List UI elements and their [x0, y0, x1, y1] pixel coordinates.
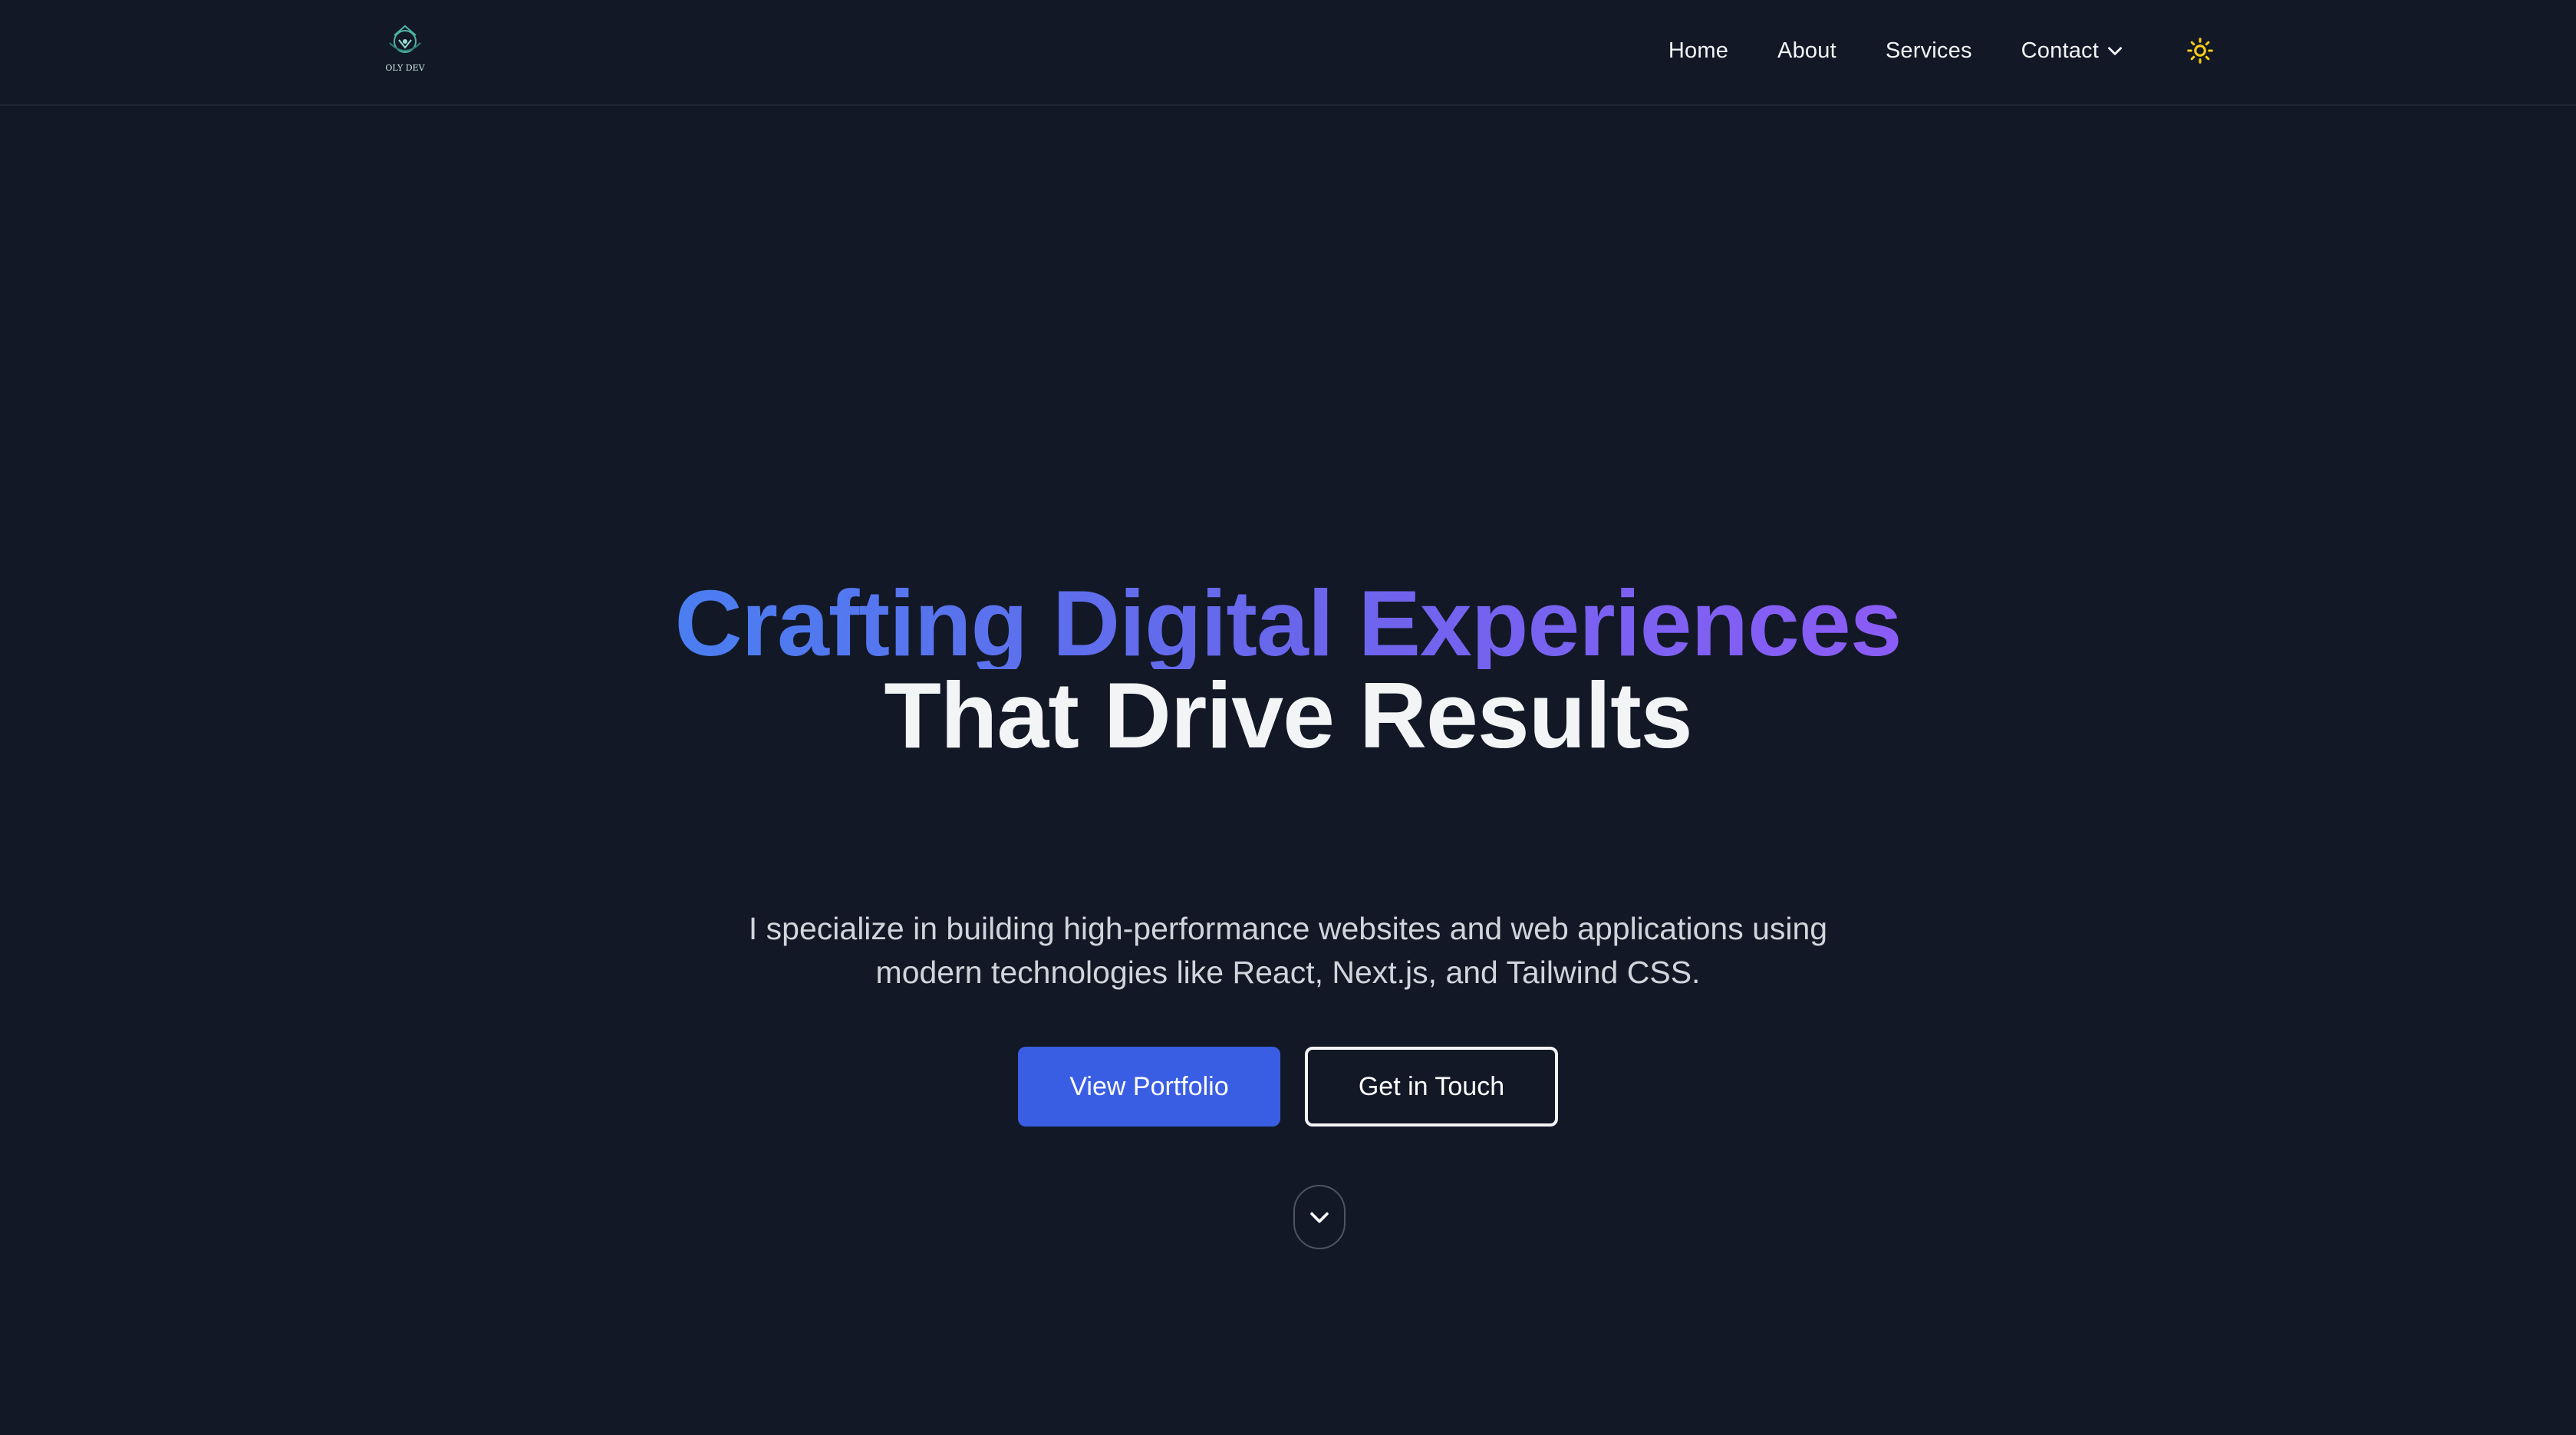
hero-headline-gradient: Crafting Digital Experiences [674, 571, 1902, 675]
nav-contact-dropdown[interactable]: Contact [2021, 38, 2125, 64]
nav-contact-label: Contact [2021, 38, 2099, 63]
sun-icon [2187, 38, 2213, 64]
get-in-touch-button[interactable]: Get in Touch [1305, 1047, 1558, 1127]
nav-about-label: About [1777, 38, 1836, 63]
nav-services[interactable]: Services [1886, 38, 1972, 64]
scroll-down-button[interactable] [1293, 1185, 1346, 1249]
logo[interactable]: OLY DEV [376, 20, 434, 75]
hero-description-line-2: modern technologies like React, Next.js,… [875, 955, 1701, 990]
hero-section: Crafting Digital Experiences That Drive … [0, 107, 2576, 1435]
hero-description: I specialize in building high-performanc… [0, 907, 2576, 995]
chevron-down-icon [2108, 47, 2122, 55]
hero-description-line-1: I specialize in building high-performanc… [748, 911, 1828, 946]
hero-headline-white: That Drive Results [884, 663, 1692, 767]
logo-text: OLY DEV [385, 63, 425, 73]
page: OLY DEV Home About Services Contact Craf… [0, 0, 2576, 1435]
hero-actions: View Portfolio Get in Touch [0, 1047, 2576, 1127]
nav-about[interactable]: About [1777, 38, 1836, 64]
site-header: OLY DEV Home About Services Contact [0, 0, 2576, 106]
nav-services-label: Services [1885, 38, 1972, 63]
theme-toggle-button[interactable] [2185, 35, 2215, 66]
main-nav: Home About Services Contact [1668, 0, 2215, 101]
hero-headline: Crafting Digital Experiences That Drive … [0, 571, 2576, 767]
nav-home[interactable]: Home [1668, 38, 1728, 64]
view-portfolio-button[interactable]: View Portfolio [1018, 1047, 1280, 1127]
logo-emblem-icon: OLY DEV [385, 25, 426, 73]
chevron-down-icon [1310, 1212, 1329, 1223]
nav-home-label: Home [1668, 38, 1729, 63]
